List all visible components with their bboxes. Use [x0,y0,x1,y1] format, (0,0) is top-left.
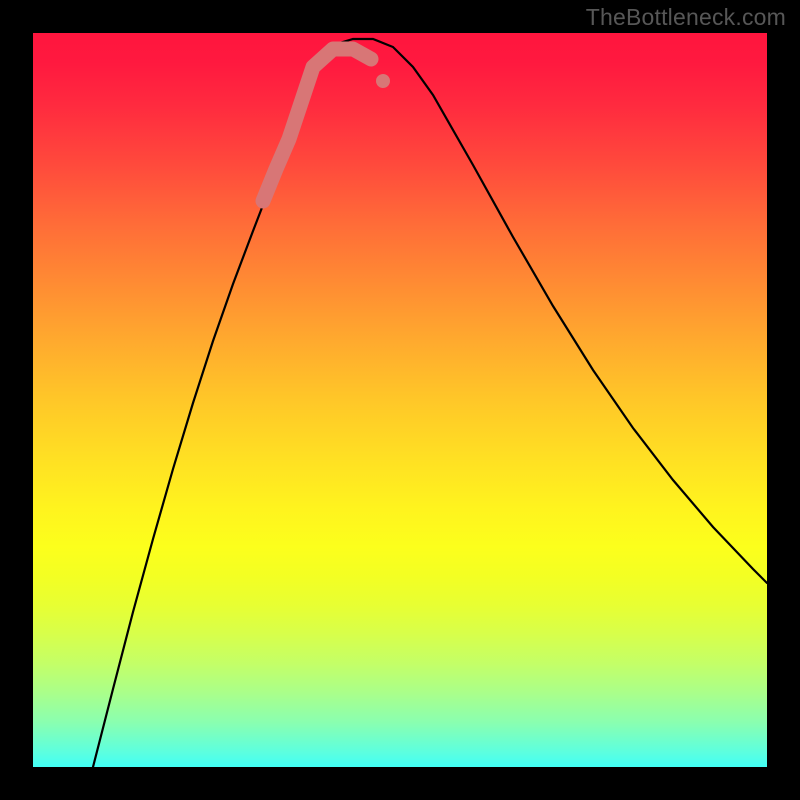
chart-frame: TheBottleneck.com [0,0,800,800]
plot-area [33,33,767,767]
optimal-range-highlight [263,49,371,201]
bottleneck-curve [93,39,767,767]
watermark-text: TheBottleneck.com [586,4,786,31]
chart-svg [33,33,767,767]
optimal-range-end-dot [376,74,390,88]
